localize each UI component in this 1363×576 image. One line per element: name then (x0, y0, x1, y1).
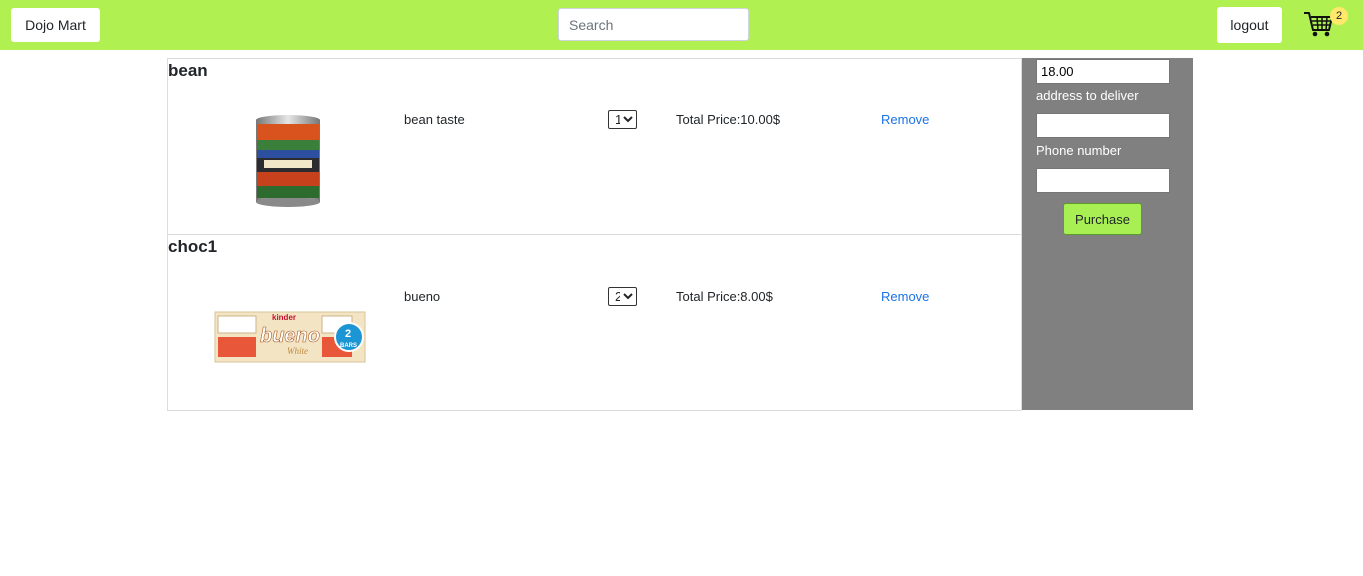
cart-item: choc1 kinder bueno White 2 BARS bueno 2 … (167, 234, 1022, 411)
cart-count-badge: 2 (1330, 7, 1348, 25)
item-total-price: Total Price:10.00$ (676, 112, 781, 127)
item-description: bueno (404, 289, 441, 304)
remove-item-link[interactable]: Remove (881, 289, 929, 304)
top-navbar: Dojo Mart logout 2 (0, 0, 1363, 50)
phone-field[interactable] (1036, 168, 1170, 193)
phone-label: Phone number (1036, 143, 1122, 158)
white-logo-text: White (287, 346, 308, 356)
cart-items-list: bean bean taste 1 Total Price:10.00$ Rem… (167, 58, 1022, 411)
canned-beans-image (256, 115, 320, 207)
remove-item-link[interactable]: Remove (881, 112, 929, 127)
quantity-select[interactable]: 1 (608, 110, 637, 129)
two-bars-label: BARS (340, 343, 357, 349)
item-title: choc1 (168, 237, 218, 256)
item-description: bean taste (404, 112, 465, 127)
two-bars-number: 2 (345, 328, 351, 340)
chocolate-bar-image: kinder bueno White 2 BARS (214, 311, 366, 363)
item-total-price: Total Price:8.00$ (676, 289, 773, 304)
purchase-button[interactable]: Purchase (1063, 203, 1142, 235)
address-field[interactable] (1036, 113, 1170, 138)
item-title: bean (168, 61, 208, 80)
order-total-field[interactable] (1036, 59, 1170, 84)
search-input[interactable] (558, 8, 749, 41)
address-label: address to deliver (1036, 88, 1139, 103)
kinder-logo-text: kinder (272, 313, 296, 322)
logout-button[interactable]: logout (1217, 7, 1282, 43)
checkout-panel: address to deliver Phone number Purchase (1022, 58, 1193, 410)
bueno-logo-text: bueno (260, 325, 320, 347)
brand-home-button[interactable]: Dojo Mart (11, 8, 100, 42)
cart-item: bean bean taste 1 Total Price:10.00$ Rem… (167, 58, 1022, 235)
quantity-select[interactable]: 2 (608, 287, 637, 306)
